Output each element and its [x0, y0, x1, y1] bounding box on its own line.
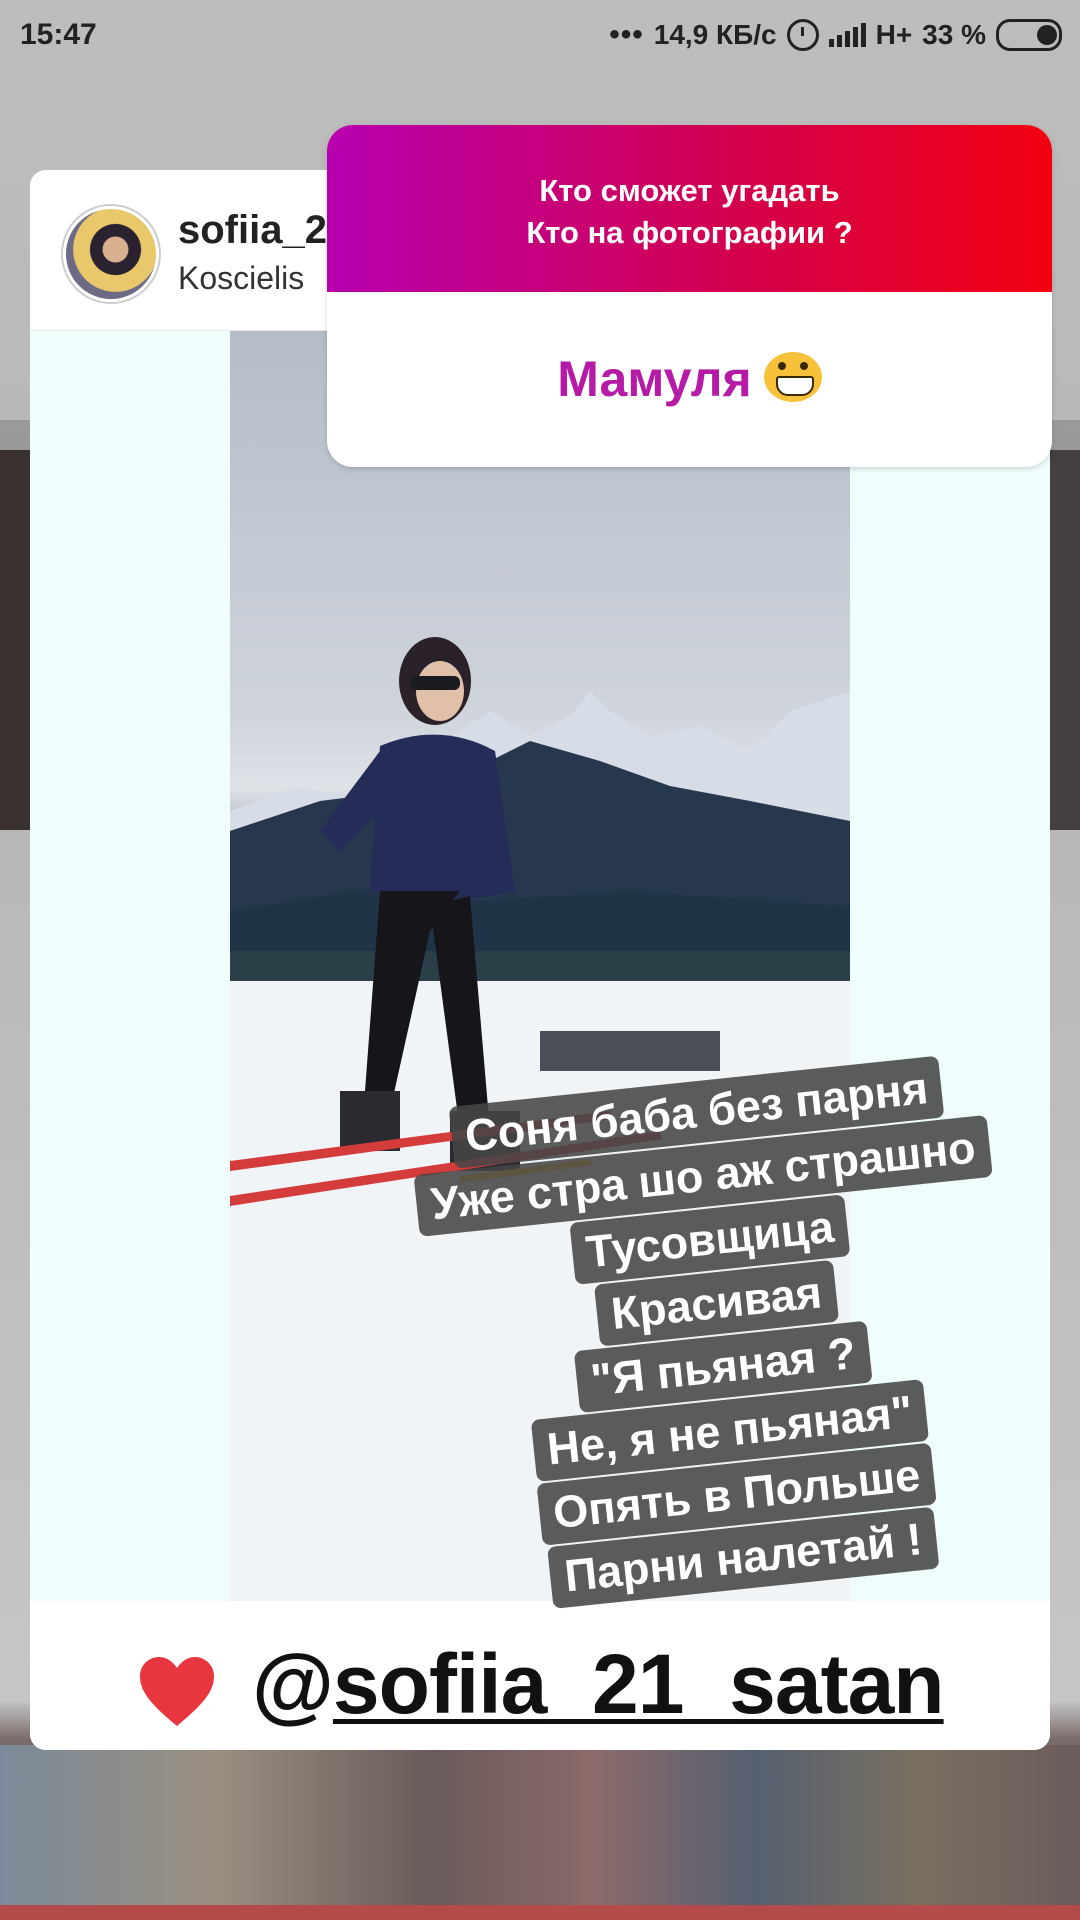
network-type: H+: [875, 19, 913, 50]
question-line-2: Кто на фотографии ?: [526, 215, 853, 250]
grinning-emoji-icon: [763, 352, 822, 402]
alarm-icon: [786, 19, 819, 51]
post-footer: @sofiia_21_satan: [30, 1610, 1050, 1750]
background-bottom-strip: [0, 1905, 1080, 1920]
status-bar: 15:47 ••• 14,9 КБ/с H+ 33 %: [0, 0, 1080, 72]
caption-stickers: Соня баба без парня Уже стра шо аж страш…: [395, 1050, 1045, 1622]
mention-sticker[interactable]: @sofiia_21_satan: [252, 1636, 945, 1733]
avatar[interactable]: [63, 206, 159, 302]
status-time: 15:47: [20, 18, 97, 51]
post-location[interactable]: Koscielis: [178, 260, 304, 297]
question-line-1: Кто сможет угадать: [539, 173, 840, 208]
signal-icon: [828, 23, 866, 47]
notification-dots: •••: [609, 18, 644, 51]
answer-text: Мамуля: [557, 351, 752, 407]
status-right: ••• 14,9 КБ/с H+ 33 %: [609, 18, 1062, 52]
battery-icon: [996, 19, 1062, 51]
question-text: Кто сможет угадать Кто на фотографии ?: [327, 170, 1052, 254]
mention-at: @: [252, 1637, 334, 1731]
question-header: Кто сможет угадать Кто на фотографии ?: [327, 125, 1052, 292]
question-answer: Мамуля: [327, 350, 1052, 408]
battery-percent: 33 %: [922, 19, 986, 50]
post-username[interactable]: sofiia_21: [178, 208, 349, 253]
heart-icon[interactable]: [138, 1656, 216, 1728]
question-sticker[interactable]: Кто сможет угадать Кто на фотографии ? М…: [327, 125, 1052, 467]
background-bottom: [0, 1745, 1080, 1920]
network-speed: 14,9 КБ/с: [653, 19, 777, 50]
mention-username: sofiia_21_satan: [332, 1637, 945, 1731]
